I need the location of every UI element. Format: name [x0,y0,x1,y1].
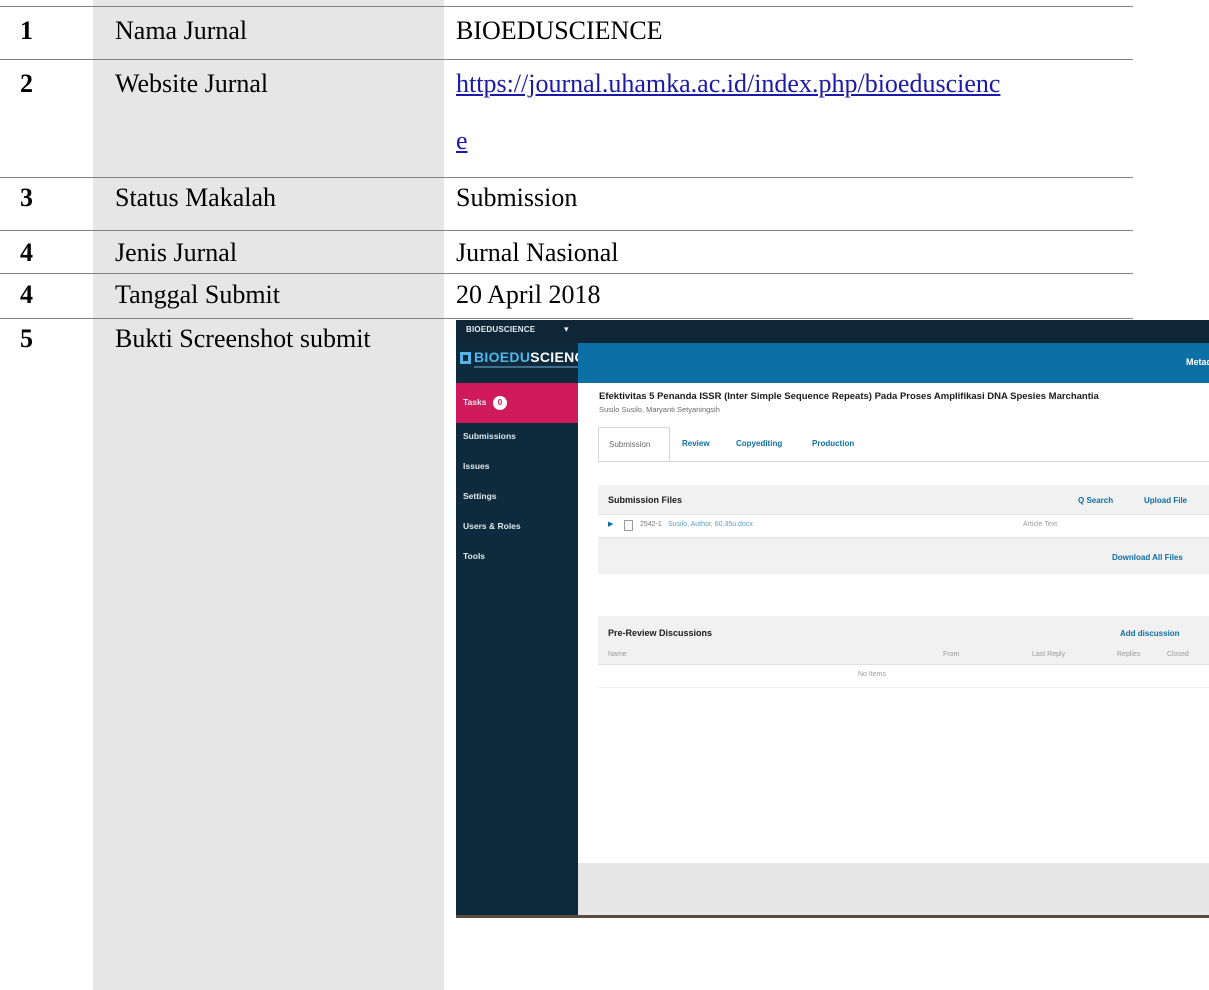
sidebar-item-users-roles[interactable]: Users & Roles [456,515,578,537]
submission-authors: Susilo Susilo, Maryanti Setyaningsih [599,405,720,414]
app-header: Metad [578,343,1209,383]
tab-copyediting[interactable]: Copyediting [736,427,796,460]
submission-title: Efektivitas 5 Penanda ISSR (Inter Simple… [599,391,1099,402]
table-rule [0,273,1133,274]
table-rule [0,59,1133,60]
chevron-down-icon[interactable]: ▾ [564,324,569,335]
submit-date: 20 April 2018 [456,280,601,309]
paper-status: Submission [456,183,578,212]
desktop-strip [456,915,1209,918]
upload-file-button[interactable]: Upload File [1144,496,1187,505]
journal-name: BIOEDUSCIENCE [456,16,663,45]
table-rule [0,6,1133,7]
tab-label: Review [682,439,710,448]
row-number: 4 [20,280,33,309]
row-number: 5 [20,324,33,353]
document-icon [624,520,633,531]
file-row[interactable]: ▶ 2542-1 Susilo, Author, 60.35u.docx Art… [598,514,1209,538]
journal-website-link[interactable]: https://journal.uhamka.ac.id/index.php/b… [456,69,1000,99]
row-number: 1 [20,16,33,45]
table-rule [0,177,1133,178]
tabs-divider [598,461,1209,462]
row-number: 2 [20,69,33,98]
search-files-button[interactable]: Q Search [1078,496,1113,505]
panel-title: Submission Files [608,495,683,505]
submission-files-panel: Submission Files Q Search Upload File ▶ … [598,485,1209,574]
tab-label: Production [812,439,855,448]
journal-context-label[interactable]: BIOEDUSCIENCE [466,325,535,334]
tab-review[interactable]: Review [682,427,722,460]
sidebar-item-label: Submissions [463,431,516,441]
tab-label: Copyediting [736,439,783,448]
pre-review-discussions-panel: Pre-Review Discussions Add discussion Na… [598,616,1209,688]
sidebar-item-tasks[interactable]: Tasks 0 [456,383,578,423]
column-header-from[interactable]: From [943,651,959,658]
tab-label: Submission [609,440,651,449]
journal-logo: BIOEDUSCIENCE [458,347,594,373]
tasks-count-badge: 0 [493,396,507,410]
label-column-background [93,0,444,990]
row-label: Jenis Jurnal [115,238,238,267]
empty-discussions-row: No Items [598,664,1209,687]
logo-mark-icon [460,352,471,364]
expand-triangle-icon[interactable]: ▶ [608,520,613,528]
context-bar: BIOEDUSCIENCE ▾ [456,320,1209,343]
table-rule [0,318,1133,319]
sidebar-item-label: Issues [463,461,490,471]
journal-type: Jurnal Nasional [456,238,619,267]
file-type: Article Text [1023,521,1058,528]
sidebar-item-settings[interactable]: Settings [456,485,578,507]
sidebar-item-issues[interactable]: Issues [456,455,578,477]
file-id: 2542-1 [640,521,662,528]
sidebar-item-label: Users & Roles [463,521,521,531]
sidebar-item-label: Tools [463,551,486,561]
column-header-replies[interactable]: Replies [1117,651,1140,658]
logo-text-part1: BIOEDU [474,349,531,365]
sidebar-item-tools[interactable]: Tools [456,545,578,567]
column-header-last-reply[interactable]: Last Reply [1032,651,1065,658]
empty-message: No Items [858,671,887,678]
file-name-link[interactable]: Susilo, Author, 60.35u.docx [668,521,753,528]
sidebar-item-label: Settings [463,491,497,501]
logo-tagline [474,366,578,368]
sidebar: BIOEDUSCIENCE Tasks 0 Submissions Issues… [456,343,594,918]
row-label: Nama Jurnal [115,16,248,45]
row-label: Status Makalah [115,183,277,212]
row-label: Website Jurnal [115,69,269,98]
row-number: 4 [20,238,33,267]
add-discussion-button[interactable]: Add discussion [1120,629,1180,638]
header-right-link[interactable]: Metad [1186,357,1209,367]
sidebar-item-label: Tasks [463,397,487,407]
sidebar-item-submissions[interactable]: Submissions [456,425,578,447]
tab-submission[interactable]: Submission [598,427,670,461]
column-header-name[interactable]: Name [608,651,627,658]
tab-production[interactable]: Production [812,427,872,460]
app-footer [578,863,1209,915]
journal-website-link-continued[interactable]: e [456,126,468,156]
download-all-files-button[interactable]: Download All Files [1112,553,1183,562]
row-number: 3 [20,183,33,212]
panel-title: Pre-Review Discussions [608,628,713,638]
submission-workflow: Efektivitas 5 Penanda ISSR (Inter Simple… [578,383,1209,863]
row-label: Bukti Screenshot submit [115,324,371,353]
submission-screenshot: BIOEDUSCIENCE ▾ BIOEDUSCIENCE Tasks 0 Su… [456,320,1209,918]
column-header-closed[interactable]: Closed [1167,651,1189,658]
table-rule [0,230,1133,231]
row-label: Tanggal Submit [115,280,281,309]
